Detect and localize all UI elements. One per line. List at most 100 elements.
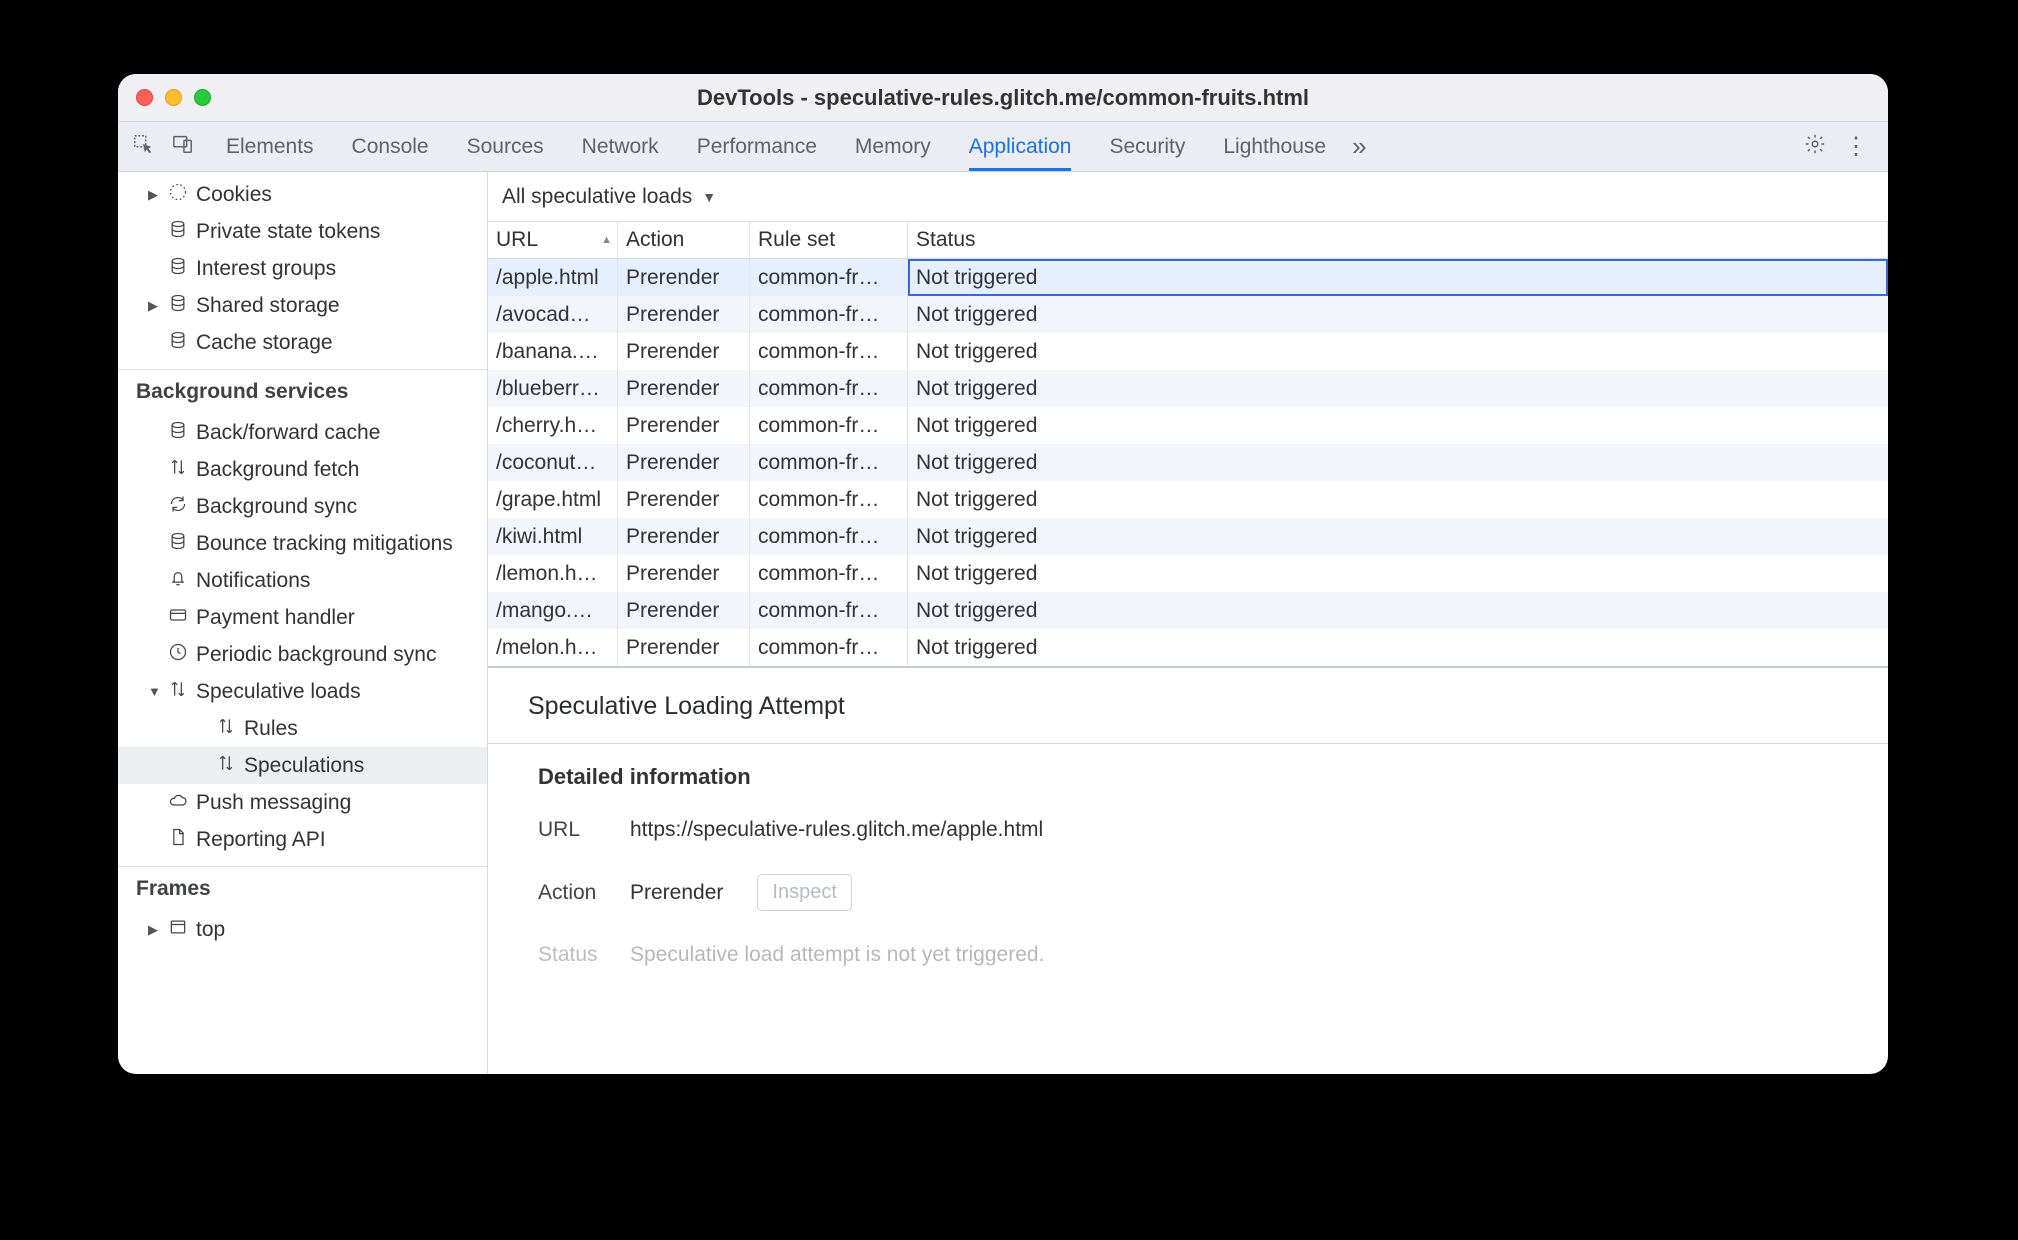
sidebar-item-cache-storage[interactable]: Cache storage (118, 324, 487, 361)
tree-item-label: Rules (244, 717, 298, 741)
sidebar-item-push-messaging[interactable]: Push messaging (118, 784, 487, 821)
cell-rule: common-fr… (750, 407, 908, 444)
table-row[interactable]: /avocad…Prerendercommon-fr…Not triggered (488, 296, 1888, 333)
cell-status: Not triggered (908, 555, 1888, 592)
cell-url: /grape.html (488, 481, 618, 518)
detail-url-value: https://speculative-rules.glitch.me/appl… (630, 818, 1043, 842)
table-row[interactable]: /coconut…Prerendercommon-fr…Not triggere… (488, 444, 1888, 481)
sidebar-item-periodic-background-sync[interactable]: Periodic background sync (118, 636, 487, 673)
tab-elements[interactable]: Elements (226, 122, 314, 171)
tab-security[interactable]: Security (1109, 122, 1185, 171)
col-action[interactable]: Action (618, 222, 750, 258)
devtools-tabbar: Elements Console Sources Network Performance… (118, 122, 1888, 172)
cell-url: /coconut… (488, 444, 618, 481)
inspect-button[interactable]: Inspect (757, 874, 851, 911)
cell-rule: common-fr… (750, 481, 908, 518)
table-header: URL ▲ Action Rule set Status (488, 222, 1888, 259)
inspect-element-icon[interactable] (132, 133, 154, 161)
detail-url-label: URL (538, 818, 608, 842)
tab-memory[interactable]: Memory (855, 122, 931, 171)
kebab-menu-icon[interactable]: ⋮ (1844, 132, 1878, 161)
detail-action-label: Action (538, 881, 608, 905)
cell-rule: common-fr… (750, 370, 908, 407)
more-tabs-icon[interactable]: » (1352, 131, 1362, 162)
cell-rule: common-fr… (750, 259, 908, 296)
sidebar-item-private-state-tokens[interactable]: Private state tokens (118, 213, 487, 250)
cell-url: /lemon.h… (488, 555, 618, 592)
table-row[interactable]: /banana.…Prerendercommon-fr…Not triggere… (488, 333, 1888, 370)
cell-url: /banana.… (488, 333, 618, 370)
clock-icon (168, 642, 188, 668)
cell-action: Prerender (618, 333, 750, 370)
table-row[interactable]: /lemon.h…Prerendercommon-fr…Not triggere… (488, 555, 1888, 592)
table-row[interactable]: /blueberr…Prerendercommon-fr…Not trigger… (488, 370, 1888, 407)
sort-asc-icon: ▲ (601, 234, 612, 246)
cell-status: Not triggered (908, 370, 1888, 407)
col-rule[interactable]: Rule set (750, 222, 908, 258)
table-row[interactable]: /apple.htmlPrerendercommon-fr…Not trigge… (488, 259, 1888, 296)
tab-lighthouse[interactable]: Lighthouse (1223, 122, 1326, 171)
maximize-window-button[interactable] (194, 89, 211, 106)
tab-sources[interactable]: Sources (467, 122, 544, 171)
arrows-icon (168, 457, 188, 483)
arrows-icon (216, 716, 236, 742)
disclosure-icon: ▶ (148, 298, 160, 314)
sidebar-item-speculative-loads[interactable]: ▼Speculative loads (118, 673, 487, 710)
db-icon (168, 330, 188, 356)
detail-heading: Speculative Loading Attempt (488, 666, 1888, 744)
tab-performance[interactable]: Performance (697, 122, 817, 171)
sidebar-item-bounce-tracking-mitigations[interactable]: Bounce tracking mitigations (118, 525, 487, 562)
col-status[interactable]: Status (908, 222, 1888, 258)
sidebar-item-speculations[interactable]: Speculations (118, 747, 487, 784)
sync-icon (168, 494, 188, 520)
detail-status-label: Status (538, 943, 608, 967)
table-row[interactable]: /mango.…Prerendercommon-fr…Not triggered (488, 592, 1888, 629)
table-row[interactable]: /kiwi.htmlPrerendercommon-fr…Not trigger… (488, 518, 1888, 555)
minimize-window-button[interactable] (165, 89, 182, 106)
sidebar-item-rules[interactable]: Rules (118, 710, 487, 747)
settings-icon[interactable] (1804, 133, 1826, 161)
tree-item-label: Push messaging (196, 791, 351, 815)
sidebar-item-shared-storage[interactable]: ▶ Shared storage (118, 287, 487, 324)
tree-item-label: Background sync (196, 495, 357, 519)
cell-status: Not triggered (908, 333, 1888, 370)
cell-rule: common-fr… (750, 296, 908, 333)
sidebar-item-background-fetch[interactable]: Background fetch (118, 451, 487, 488)
sidebar-item-interest-groups[interactable]: Interest groups (118, 250, 487, 287)
col-url[interactable]: URL ▲ (488, 222, 618, 258)
sidebar-item-notifications[interactable]: Notifications (118, 562, 487, 599)
filter-bar[interactable]: All speculative loads ▼ (488, 172, 1888, 222)
cell-url: /apple.html (488, 259, 618, 296)
sidebar-item-reporting-api[interactable]: Reporting API (118, 821, 487, 858)
tree-item-label: Background fetch (196, 458, 359, 482)
dropdown-icon: ▼ (702, 189, 716, 205)
cell-action: Prerender (618, 481, 750, 518)
tab-application[interactable]: Application (969, 122, 1072, 171)
sidebar-item-cookies[interactable]: ▶Cookies (118, 176, 487, 213)
close-window-button[interactable] (136, 89, 153, 106)
table-row[interactable]: /melon.h…Prerendercommon-fr…Not triggere… (488, 629, 1888, 666)
device-toolbar-icon[interactable] (172, 133, 194, 161)
cell-action: Prerender (618, 592, 750, 629)
cookie-icon (168, 182, 188, 208)
sidebar-item-background-sync[interactable]: Background sync (118, 488, 487, 525)
sidebar-item-back-forward-cache[interactable]: Back/forward cache (118, 414, 487, 451)
db-icon (168, 219, 188, 245)
detail-status-value: Speculative load attempt is not yet trig… (630, 943, 1044, 967)
table-row[interactable]: /cherry.h…Prerendercommon-fr…Not trigger… (488, 407, 1888, 444)
tab-console[interactable]: Console (352, 122, 429, 171)
db-icon (168, 531, 188, 557)
tree-item-label: Back/forward cache (196, 421, 380, 445)
disclosure-icon: ▼ (148, 684, 160, 699)
cell-action: Prerender (618, 555, 750, 592)
cell-action: Prerender (618, 444, 750, 481)
sidebar-item-top[interactable]: ▶top (118, 911, 487, 948)
tree-item-label: Shared storage (196, 294, 340, 318)
cell-status: Not triggered (908, 296, 1888, 333)
sidebar-item-payment-handler[interactable]: Payment handler (118, 599, 487, 636)
tab-network[interactable]: Network (582, 122, 659, 171)
tree-item-label: Notifications (196, 569, 310, 593)
table-row[interactable]: /grape.htmlPrerendercommon-fr…Not trigge… (488, 481, 1888, 518)
tree-item-label: Payment handler (196, 606, 355, 630)
tree-item-label: Cookies (196, 183, 272, 207)
